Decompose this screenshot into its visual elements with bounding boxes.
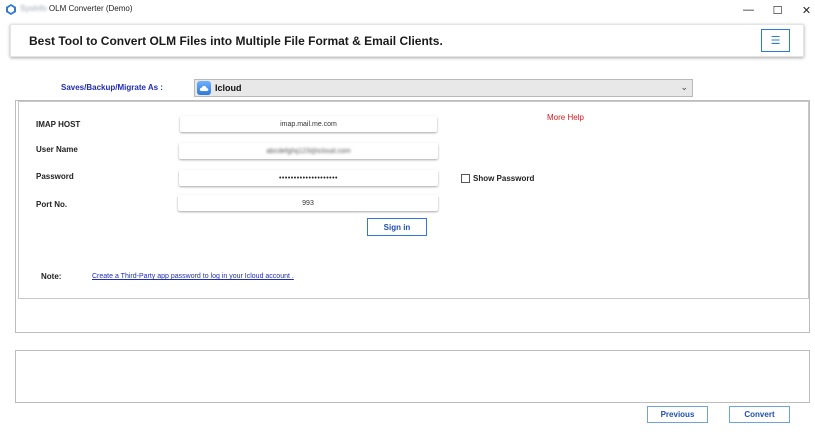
show-password-toggle[interactable]: Show Password [461,174,534,183]
hamburger-menu-button[interactable]: ☰ [761,29,790,52]
username-input[interactable]: abcdefghij123@icloud.com [179,143,438,159]
show-password-label: Show Password [473,174,535,183]
imap-host-input[interactable]: imap.mail.me.com [180,116,437,132]
password-value: •••••••••••••••••••• [278,174,338,182]
more-help-link[interactable]: More Help [547,113,584,122]
show-password-checkbox[interactable] [461,174,470,183]
imap-host-label: IMAP HOST [36,120,81,129]
sign-in-button[interactable]: Sign in [367,218,427,236]
saves-as-dropdown[interactable]: Icloud ⌄ [194,79,693,97]
chevron-down-icon: ⌄ [680,82,688,92]
convert-button[interactable]: Convert [729,406,790,423]
previous-button[interactable]: Previous [647,406,708,423]
password-label: Password [36,172,74,181]
port-value: 993 [302,199,314,207]
app-logo-icon [6,4,16,15]
window-title: SysInfo OLM Converter (Demo) [20,4,133,13]
imap-host-value: imap.mail.me.com [280,120,337,128]
hamburger-icon: ☰ [770,35,781,47]
banner-title: Best Tool to Convert OLM Files into Mult… [29,34,443,48]
saves-as-selected: Icloud [215,83,242,93]
window-title-text: OLM Converter (Demo) [48,4,133,13]
close-button[interactable]: ✕ [790,0,815,20]
icloud-icon [197,81,211,95]
password-input[interactable]: •••••••••••••••••••• [179,170,438,186]
saves-as-label: Saves/Backup/Migrate As : [61,83,163,92]
username-value: abcdefghij123@icloud.com [266,147,351,155]
app-password-help-link[interactable]: Create a Third-Party app password to log… [92,273,294,280]
port-label: Port No. [36,200,68,209]
log-output-panel [15,350,810,403]
port-input[interactable]: 993 [178,195,438,211]
note-label: Note: [41,272,62,281]
username-label: User Name [36,145,78,154]
window-title-brand: SysInfo [20,4,47,13]
header-banner: Best Tool to Convert OLM Files into Mult… [10,24,804,57]
title-bar: SysInfo OLM Converter (Demo) — ☐ ✕ [0,0,815,20]
app-window: SysInfo OLM Converter (Demo) — ☐ ✕ Best … [0,0,815,435]
